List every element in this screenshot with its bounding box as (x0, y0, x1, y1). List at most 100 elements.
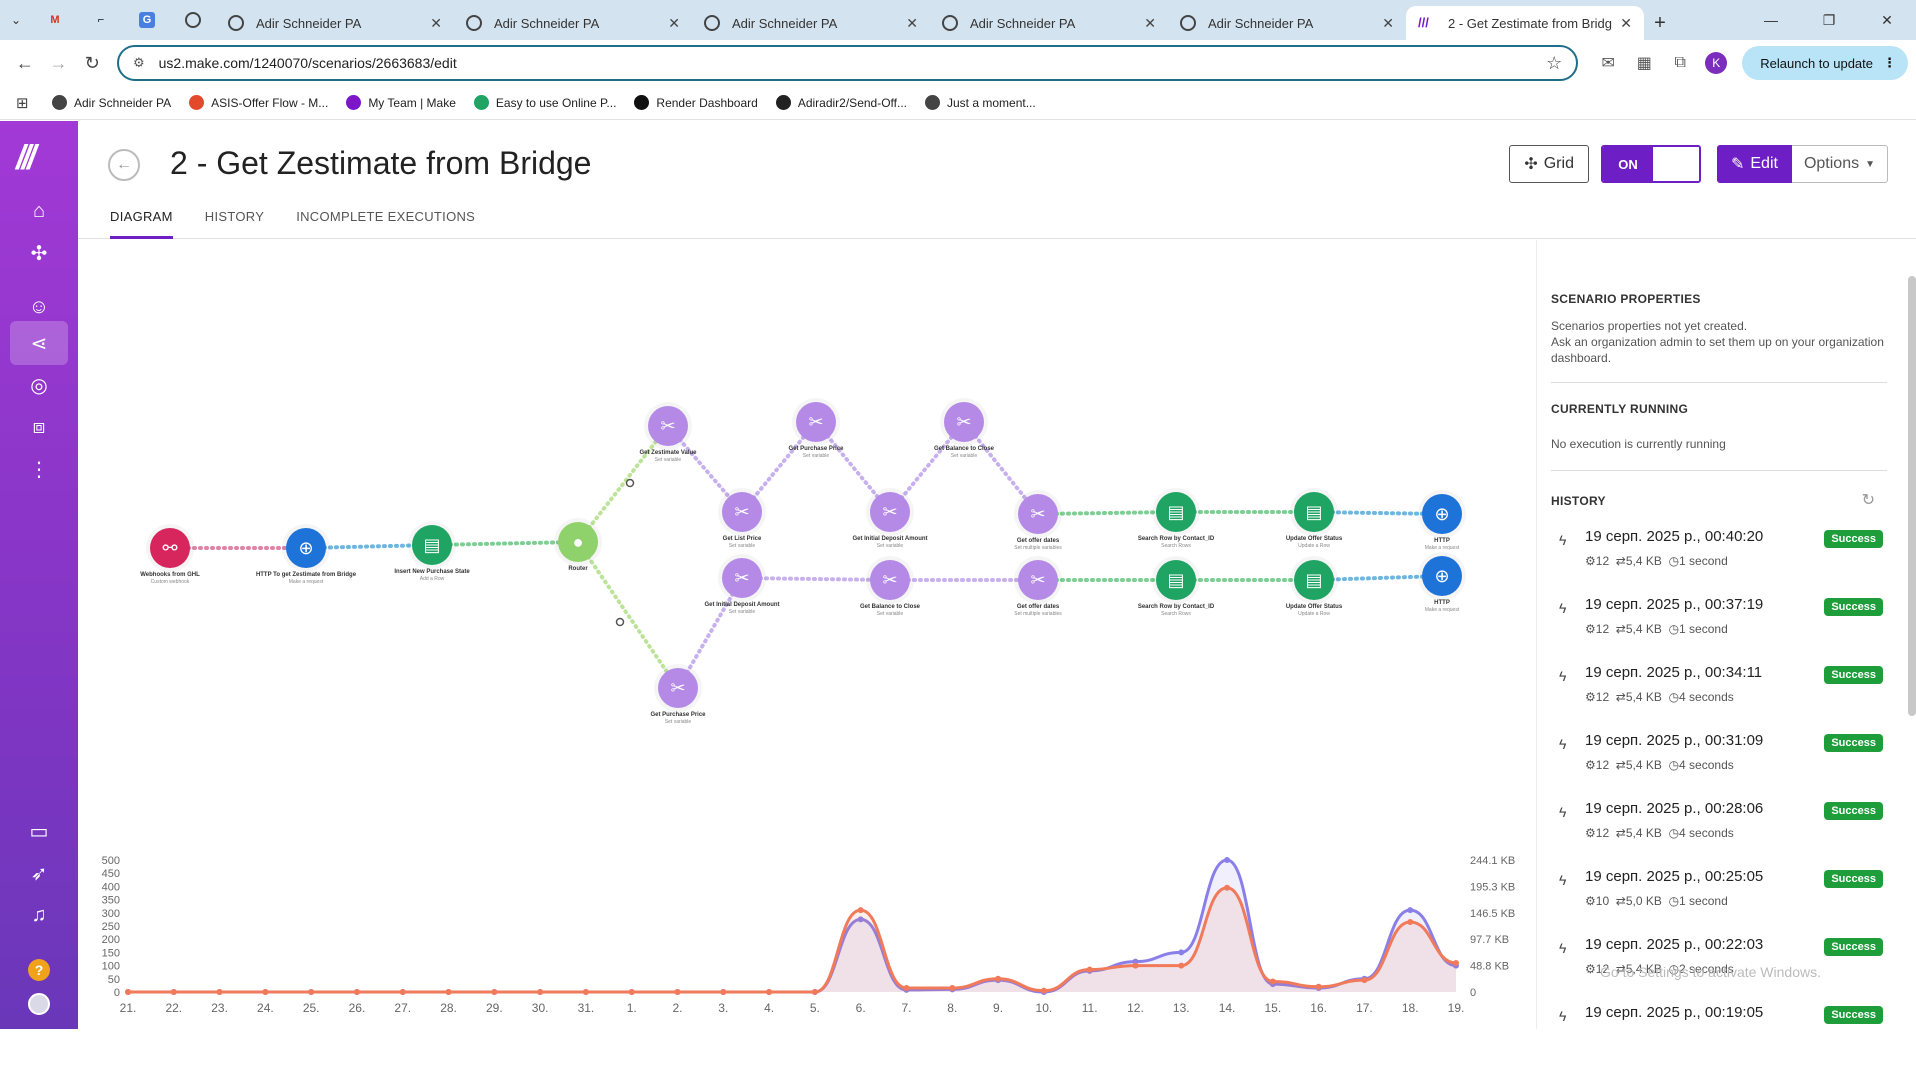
y-tick-left: 350 (102, 895, 120, 907)
close-icon[interactable]: ✕ (1144, 15, 1156, 32)
refresh-icon[interactable]: ↻ (1862, 490, 1875, 510)
history-item[interactable]: ϟ 19 серп. 2025 р., 00:19:05 Success (1551, 998, 1887, 1066)
bolt-icon: ϟ (1559, 668, 1567, 684)
browser-tab[interactable]: Adir Schneider PA ✕ (454, 6, 692, 40)
http-module-icon: ⊕ (298, 537, 314, 558)
browser-tab[interactable]: Adir Schneider PA ✕ (1168, 6, 1406, 40)
close-icon[interactable]: ✕ (668, 15, 680, 32)
s-logo-icon (473, 95, 489, 110)
module-tools-node[interactable]: ✂ (796, 402, 836, 442)
forward-arrow-icon[interactable]: → (42, 46, 76, 80)
module-sheets-node[interactable]: ▤ (412, 525, 452, 565)
module-hook-node[interactable]: ⚯ (150, 528, 190, 568)
home-icon[interactable]: ⌂ (10, 189, 68, 233)
bookmark-star-icon[interactable]: ☆ (1546, 53, 1562, 74)
site-info-icon[interactable]: ⚙ (133, 55, 145, 71)
edit-button[interactable]: ✎ Edit (1716, 145, 1792, 183)
ai-agents-icon[interactable]: ◎ (10, 363, 68, 407)
module-tools-node[interactable]: ✂ (722, 492, 762, 532)
close-icon[interactable]: ✕ (430, 15, 442, 32)
back-circle-icon[interactable]: ← (108, 149, 140, 181)
browser-tab[interactable]: Adir Schneider PA ✕ (216, 6, 454, 40)
docs-book-icon[interactable]: ▭ (10, 809, 68, 853)
module-tools-node[interactable]: ✂ (944, 402, 984, 442)
bookmark-item[interactable]: Render Dashboard (634, 95, 758, 110)
data-point (949, 985, 956, 992)
new-tab-plus-icon[interactable]: + (1644, 6, 1676, 40)
close-window-icon[interactable]: ✕ (1858, 0, 1916, 40)
scenarios-share-icon[interactable]: ⋖ (10, 321, 68, 365)
user-avatar[interactable] (28, 993, 50, 1015)
module-tools-node[interactable]: ✂ (1018, 560, 1058, 600)
reload-icon[interactable]: ↻ (75, 46, 109, 80)
options-dropdown[interactable]: Options ▼ (1791, 145, 1888, 183)
pinned-tab-gmail[interactable]: M (32, 0, 78, 40)
module-tools-node[interactable]: ✂ (658, 668, 698, 708)
module-router-node[interactable]: ● (558, 522, 598, 562)
notifications-bell-icon[interactable]: ♫ (10, 893, 68, 937)
rocket-icon[interactable]: ➶ (10, 851, 68, 895)
scheduling-toggle[interactable]: ON (1600, 145, 1701, 183)
apps-grid-icon[interactable]: ⊞ (16, 94, 34, 112)
x-tick: 31. (578, 1001, 595, 1015)
tab-history[interactable]: HISTORY (205, 209, 264, 239)
tab-incomplete-executions[interactable]: INCOMPLETE EXECUTIONS (296, 209, 475, 239)
browser-tab-active[interactable]: ///2 - Get Zestimate from Bridge | ✕ (1406, 6, 1644, 40)
close-icon[interactable]: ✕ (1382, 15, 1394, 32)
profile-avatar[interactable]: K (1705, 52, 1728, 74)
apps-puzzle-icon[interactable]: ⧈ (10, 405, 68, 449)
module-sheets-node[interactable]: ▤ (1156, 492, 1196, 532)
close-icon[interactable]: ✕ (1620, 15, 1632, 32)
module-sheets-node[interactable]: ▤ (1294, 492, 1334, 532)
module-sheets-node[interactable]: ▤ (1294, 560, 1334, 600)
browser-tab[interactable]: Adir Schneider PA ✕ (692, 6, 930, 40)
history-item[interactable]: ϟ 19 серп. 2025 р., 00:37:19 ⚙12 ⇄5,4 KB… (1551, 590, 1887, 658)
bookmark-item[interactable]: Just a moment... (925, 95, 1036, 110)
history-item[interactable]: ϟ 19 серп. 2025 р., 00:40:20 ⚙12 ⇄5,4 KB… (1551, 522, 1887, 590)
clock-icon: ◷ (1668, 758, 1680, 772)
module-tools-node[interactable]: ✂ (1018, 494, 1058, 534)
tab-search-dropdown-icon[interactable]: ⌄ (0, 0, 32, 40)
close-icon[interactable]: ✕ (906, 15, 918, 32)
browser-tab[interactable]: Adir Schneider PA ✕ (930, 6, 1168, 40)
module-sheets-node[interactable]: ▤ (1156, 560, 1196, 600)
mail-icon[interactable]: ✉ (1590, 45, 1626, 81)
make-logo-icon[interactable]: /// (16, 141, 62, 175)
operations-icon: ⚙ (1585, 826, 1596, 840)
diagram-canvas[interactable]: ⚯ Webhooks from GHL Custom webhook ⊕ HTTP To… (78, 240, 1536, 1029)
qr-icon[interactable]: ▦ (1626, 45, 1662, 81)
panel-scrollbar[interactable] (1908, 276, 1916, 716)
history-item[interactable]: ϟ 19 серп. 2025 р., 00:34:11 ⚙12 ⇄5,4 KB… (1551, 658, 1887, 726)
history-item[interactable]: ϟ 19 серп. 2025 р., 00:31:09 ⚙12 ⇄5,4 KB… (1551, 726, 1887, 794)
module-tools-node[interactable]: ✂ (870, 560, 910, 600)
grid-button[interactable]: ✣ Grid (1509, 145, 1589, 183)
module-tools-node[interactable]: ✂ (648, 406, 688, 446)
module-http-node[interactable]: ⊕ (286, 528, 326, 568)
back-arrow-icon[interactable]: ← (8, 46, 42, 80)
help-icon[interactable]: ? (28, 959, 50, 981)
bookmark-item[interactable]: Adir Schneider PA (52, 95, 171, 110)
bookmark-item[interactable]: Adiradir2/Send-Off... (775, 95, 907, 110)
bookmark-item[interactable]: ASIS-Offer Flow - M... (189, 95, 328, 110)
minimize-icon[interactable]: — (1742, 0, 1800, 40)
operations-icon: ⚙ (1585, 962, 1596, 976)
module-tools-node[interactable]: ✂ (722, 558, 762, 598)
module-http-node[interactable]: ⊕ (1422, 494, 1462, 534)
history-item[interactable]: ϟ 19 серп. 2025 р., 00:25:05 ⚙10 ⇄5,0 KB… (1551, 862, 1887, 930)
restore-icon[interactable]: ❐ (1800, 0, 1858, 40)
pinned-tab-2[interactable]: ⌐ (78, 0, 124, 40)
tab-diagram[interactable]: DIAGRAM (110, 209, 173, 239)
organization-icon[interactable]: ✣ (10, 231, 68, 275)
history-item[interactable]: ϟ 19 серп. 2025 р., 00:28:06 ⚙12 ⇄5,4 KB… (1551, 794, 1887, 862)
extensions-puzzle-icon[interactable]: ⧉ (1662, 45, 1698, 81)
module-tools-node[interactable]: ✂ (870, 492, 910, 532)
bookmark-item[interactable]: My Team | Make (346, 95, 456, 110)
address-bar[interactable]: ⚙ us2.make.com/1240070/scenarios/2663683… (116, 45, 1579, 81)
pinned-tab-4[interactable] (170, 0, 216, 40)
more-vert-icon[interactable]: ⋮ (10, 447, 68, 491)
relaunch-button[interactable]: Relaunch to update ⋮ (1742, 46, 1909, 80)
module-http-node[interactable]: ⊕ (1422, 556, 1462, 596)
pinned-tab-translate[interactable]: G (124, 0, 170, 40)
bookmark-item[interactable]: Easy to use Online P... (473, 95, 616, 110)
more-vert-icon[interactable]: ⋮ (1883, 55, 1896, 71)
